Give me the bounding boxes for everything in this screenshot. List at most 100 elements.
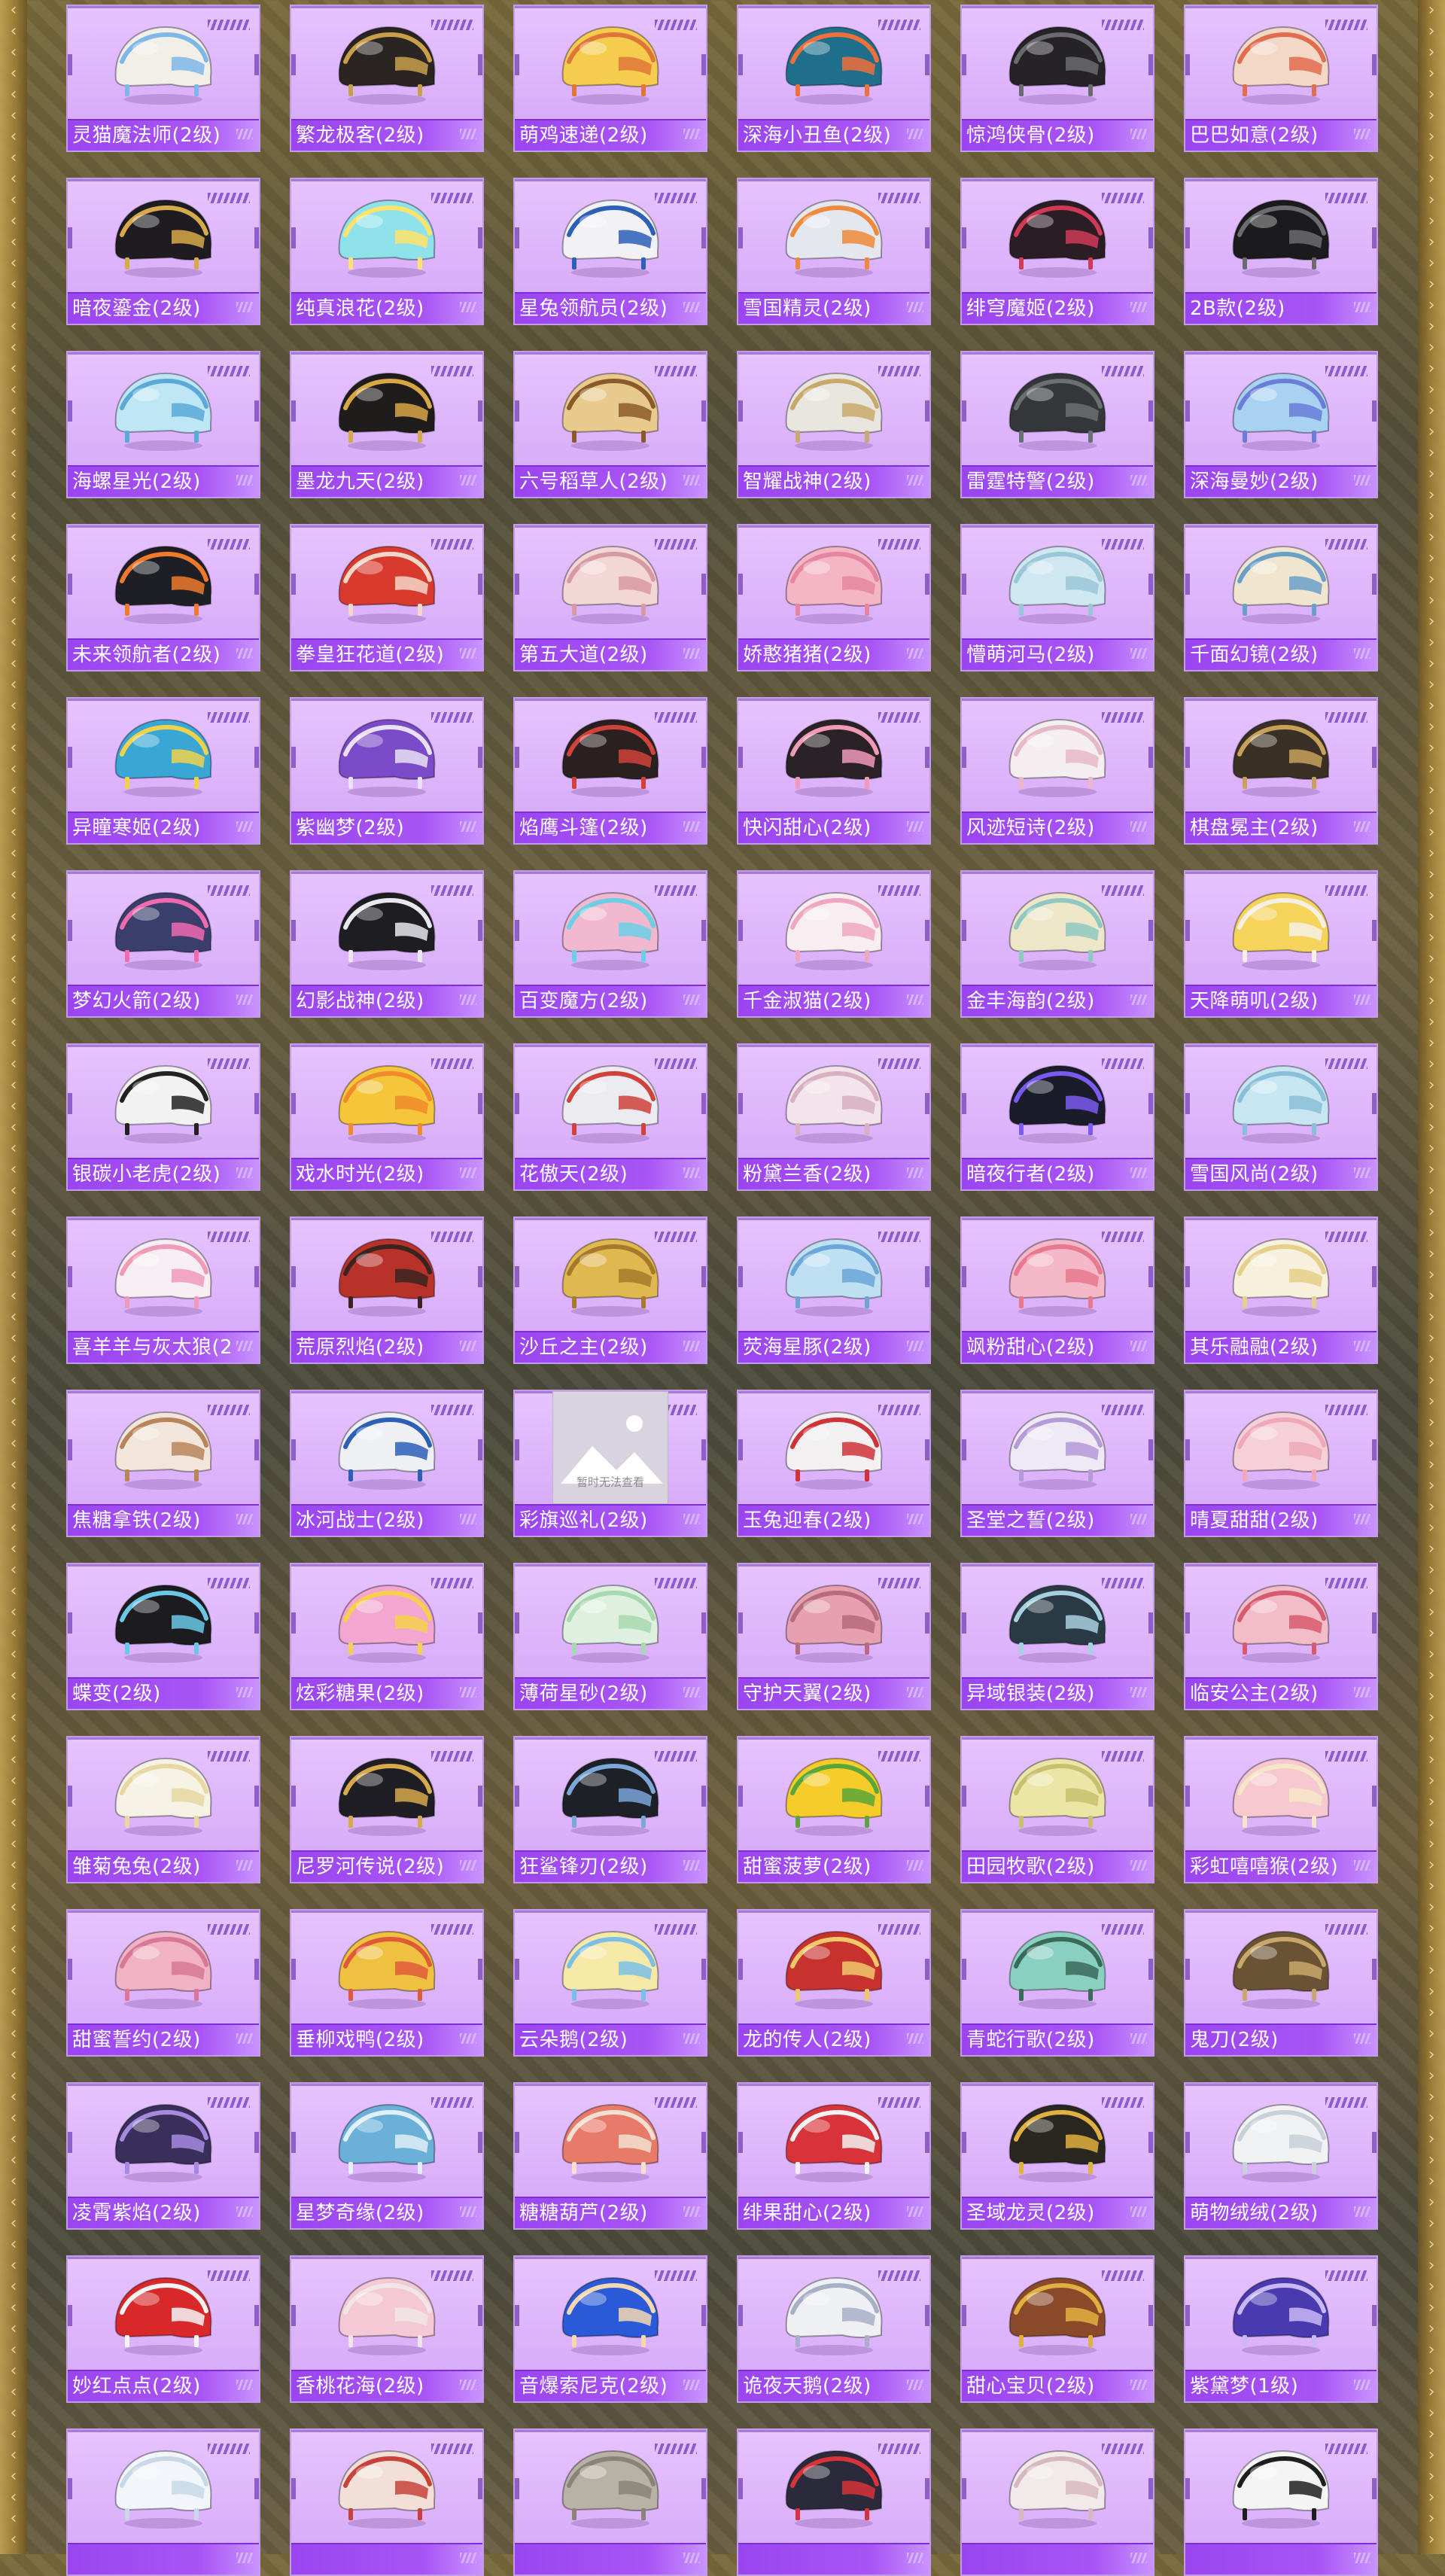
helmet-skin-card[interactable]: 雷霆特警(2级) [960, 351, 1154, 498]
helmet-skin-card[interactable]: 花傲天(2级) [513, 1043, 707, 1191]
helmet-skin-card[interactable]: 暗夜鎏金(2级) [66, 178, 260, 325]
helmet-skin-card[interactable]: 星梦奇缘(2级) [290, 2082, 484, 2230]
helmet-skin-card[interactable]: 懵萌河马(2级) [960, 524, 1154, 671]
card-notch-left [962, 747, 966, 768]
helmet-skin-card[interactable]: 海螺星光(2级) [66, 351, 260, 498]
skin-name-label: 紫黛梦(1级) [1190, 2376, 1299, 2397]
helmet-skin-card[interactable]: 幻影战神(2级) [290, 870, 484, 1018]
helmet-skin-card[interactable]: 巴巴如意(2级) [1184, 5, 1378, 152]
helmet-skin-card[interactable]: 未来领航者(2级) [66, 524, 260, 671]
helmet-skin-card[interactable]: 纯真浪花(2级) [290, 178, 484, 325]
helmet-skin-card[interactable]: 冰河战士(2级) [290, 1390, 484, 1537]
card-notch-left [1185, 1439, 1190, 1460]
helmet-icon [323, 1230, 451, 1320]
helmet-skin-card[interactable]: 喜羊羊与灰太狼(2 [66, 1216, 260, 1364]
helmet-icon [546, 364, 674, 455]
helmet-skin-card[interactable]: 蝶变(2级) [66, 1563, 260, 1710]
helmet-skin-card[interactable]: 音爆索尼克(2级) [513, 2255, 707, 2403]
helmet-skin-card[interactable]: 粉黛兰香(2级) [737, 1043, 931, 1191]
helmet-skin-card[interactable]: 绯果甜心(2级) [737, 2082, 931, 2230]
helmet-skin-card[interactable]: 田园牧歌(2级) [960, 1736, 1154, 1883]
helmet-skin-card[interactable]: 其乐融融(2级) [1184, 1216, 1378, 1364]
helmet-skin-card[interactable]: 暗夜行者(2级) [960, 1043, 1154, 1191]
helmet-skin-card[interactable]: 惊鸿侠骨(2级) [960, 5, 1154, 152]
helmet-skin-card[interactable]: 异瞳寒姬(2级) [66, 697, 260, 845]
card-notch-left [738, 920, 743, 941]
helmet-skin-card[interactable]: 晴夏甜甜(2级) [1184, 1390, 1378, 1537]
helmet-skin-card[interactable]: 诡夜天鹅(2级) [737, 2255, 931, 2403]
helmet-skin-card[interactable]: 炫彩糖果(2级) [290, 1563, 484, 1710]
helmet-skin-card[interactable]: 狂鲨锋刃(2级) [513, 1736, 707, 1883]
helmet-skin-card[interactable]: 飒粉甜心(2级) [960, 1216, 1154, 1364]
helmet-icon [993, 2096, 1121, 2186]
helmet-skin-card[interactable]: 妙红点点(2级) [66, 2255, 260, 2403]
helmet-icon [99, 18, 227, 108]
helmet-skin-card[interactable]: 雏菊兔兔(2级) [66, 1736, 260, 1883]
helmet-skin-card[interactable]: 千金淑猫(2级) [737, 870, 931, 1018]
helmet-skin-card[interactable]: 天降萌叽(2级) [1184, 870, 1378, 1018]
card-notch-left [962, 54, 966, 75]
helmet-skin-card[interactable]: 风迹短诗(2级) [960, 697, 1154, 845]
helmet-skin-card[interactable]: 云朵鹅(2级) [513, 1909, 707, 2057]
helmet-skin-card[interactable]: 龙的传人(2级) [737, 1909, 931, 2057]
helmet-skin-card[interactable]: 智耀战神(2级) [737, 351, 931, 498]
helmet-icon [770, 711, 898, 801]
helmet-skin-card[interactable]: 临安公主(2级) [1184, 1563, 1378, 1710]
helmet-skin-card[interactable]: 圣堂之誓(2级) [960, 1390, 1154, 1537]
helmet-skin-card[interactable]: 雪国风尚(2级) [1184, 1043, 1378, 1191]
helmet-skin-card[interactable]: 娇憨猪猪(2级) [737, 524, 931, 671]
helmet-skin-card[interactable]: 拳皇狂花道(2级) [290, 524, 484, 671]
helmet-skin-card[interactable]: 繁龙极客(2级) [290, 5, 484, 152]
helmet-skin-card[interactable]: 青蛇行歌(2级) [960, 1909, 1154, 2057]
helmet-skin-card[interactable]: 深海曼妙(2级) [1184, 351, 1378, 498]
helmet-icon [770, 1576, 898, 1667]
helmet-skin-card[interactable]: 玉兔迎春(2级) [737, 1390, 931, 1537]
helmet-skin-card[interactable]: 尼罗河传说(2级) [290, 1736, 484, 1883]
helmet-skin-card[interactable]: 2B款(2级) [1184, 178, 1378, 325]
helmet-skin-card[interactable]: 糖糖葫芦(2级) [513, 2082, 707, 2230]
helmet-skin-card[interactable]: 棋盘冕主(2级) [1184, 697, 1378, 845]
helmet-skin-card[interactable]: 紫幽梦(2级) [290, 697, 484, 845]
helmet-skin-card[interactable]: 异域银装(2级) [960, 1563, 1154, 1710]
helmet-skin-card[interactable]: 垂柳戏鸭(2级) [290, 1909, 484, 2057]
helmet-skin-card[interactable]: 深海小丑鱼(2级) [737, 5, 931, 152]
helmet-skin-card[interactable]: 千面幻镜(2级) [1184, 524, 1378, 671]
helmet-skin-card[interactable]: 甜蜜菠萝(2级) [737, 1736, 931, 1883]
helmet-skin-card[interactable]: 萌鸡速递(2级) [513, 5, 707, 152]
helmet-skin-card[interactable]: 焦糖拿铁(2级) [66, 1390, 260, 1537]
helmet-skin-card[interactable]: 彩虹嘻嘻猴(2级) [1184, 1736, 1378, 1883]
helmet-skin-card[interactable]: 焰鹰斗篷(2级) [513, 697, 707, 845]
helmet-skin-card[interactable]: 圣域龙灵(2级) [960, 2082, 1154, 2230]
helmet-skin-card[interactable]: 守护天翼(2级) [737, 1563, 931, 1710]
helmet-skin-card[interactable]: 紫黛梦(1级) [1184, 2255, 1378, 2403]
helmet-skin-card[interactable]: 第五大道(2级) [513, 524, 707, 671]
helmet-skin-card[interactable]: 绯穹魔姬(2级) [960, 178, 1154, 325]
helmet-skin-card[interactable]: 荒原烈焰(2级) [290, 1216, 484, 1364]
helmet-skin-card[interactable]: 鬼刀(2级) [1184, 1909, 1378, 2057]
helmet-skin-card[interactable]: 荧海星豚(2级) [737, 1216, 931, 1364]
skin-name-label: 梦幻火箭(2级) [72, 991, 201, 1012]
helmet-skin-card[interactable]: 凌霄紫焰(2级) [66, 2082, 260, 2230]
helmet-skin-card[interactable]: 银碳小老虎(2级) [66, 1043, 260, 1191]
helmet-skin-card[interactable]: 萌物绒绒(2级) [1184, 2082, 1378, 2230]
helmet-skin-card[interactable]: 梦幻火箭(2级) [66, 870, 260, 1018]
helmet-skin-card[interactable]: 百变魔方(2级) [513, 870, 707, 1018]
helmet-skin-card[interactable]: 快闪甜心(2级) [737, 697, 931, 845]
card-notch-left [1185, 574, 1190, 595]
helmet-skin-card[interactable]: 甜蜜誓约(2级) [66, 1909, 260, 2057]
helmet-skin-card[interactable]: 香桃花海(2级) [290, 2255, 484, 2403]
helmet-skin-card[interactable]: 六号稻草人(2级) [513, 351, 707, 498]
helmet-skin-card[interactable]: 沙丘之主(2级) [513, 1216, 707, 1364]
card-notch-left [738, 747, 743, 768]
helmet-skin-card[interactable]: 墨龙九天(2级) [290, 351, 484, 498]
helmet-skin-card[interactable]: 薄荷星砂(2级) [513, 1563, 707, 1710]
helmet-skin-card[interactable]: 甜心宝贝(2级) [960, 2255, 1154, 2403]
helmet-skin-card[interactable]: 灵猫魔法师(2级) [66, 5, 260, 152]
helmet-skin-card[interactable]: 暂时无法查看 彩旗巡礼(2级) [513, 1390, 707, 1537]
helmet-skin-card[interactable]: 戏水时光(2级) [290, 1043, 484, 1191]
helmet-skin-card[interactable]: 雪国精灵(2级) [737, 178, 931, 325]
helmet-skin-card[interactable]: 星兔领航员(2级) [513, 178, 707, 325]
card-notch-right [254, 1959, 259, 1980]
skin-name-label: 墨龙九天(2级) [296, 471, 424, 492]
helmet-skin-card[interactable]: 金丰海韵(2级) [960, 870, 1154, 1018]
